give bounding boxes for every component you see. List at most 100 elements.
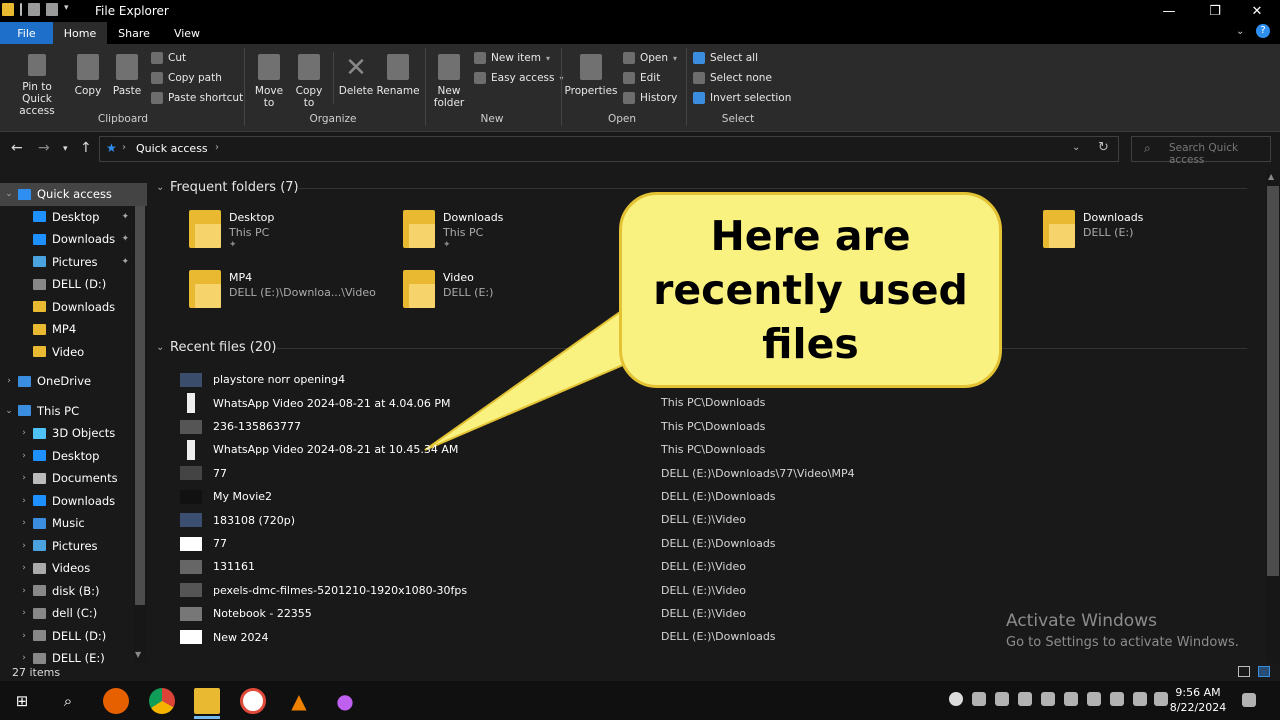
sidebar-item[interactable]: › DELL (E:) — [0, 647, 147, 670]
chevron-down-icon[interactable]: ⌄ — [3, 406, 15, 416]
sidebar-item[interactable]: Desktop ✦ — [0, 206, 147, 229]
address-bar[interactable]: ★ › Quick access › ⌄ ↻ — [99, 136, 1119, 162]
sidebar-item[interactable]: Video — [0, 341, 147, 364]
chevron-right-icon[interactable]: › — [3, 376, 15, 386]
frequent-folder-item[interactable]: MP4 DELL (E:)\Downloa...\Video — [189, 270, 376, 308]
invert-selection-button[interactable]: Invert selection — [693, 88, 791, 108]
rename-button[interactable]: Rename — [376, 54, 420, 97]
sidebar-item[interactable]: › dell (C:) — [0, 602, 147, 625]
new-folder-button[interactable]: New folder — [432, 54, 466, 109]
frequent-folder-item[interactable]: Video DELL (E:) — [403, 270, 493, 308]
security-icon[interactable] — [1087, 692, 1101, 706]
chrome-icon[interactable] — [149, 688, 175, 714]
bluetooth-icon[interactable] — [1110, 692, 1124, 706]
chevron-right-icon[interactable]: › — [18, 586, 30, 596]
chevron-right-icon[interactable]: › — [18, 473, 30, 483]
chevron-right-icon[interactable]: › — [18, 518, 30, 528]
chevron-down-icon[interactable]: ⌄ — [1236, 26, 1244, 37]
frequent-folder-item[interactable]: Desktop This PC ✦ — [189, 210, 274, 250]
select-none-button[interactable]: Select none — [693, 68, 791, 88]
tab-home[interactable]: Home — [53, 22, 107, 44]
sidebar-item[interactable]: › Pictures — [0, 535, 147, 558]
help-icon[interactable]: ? — [1256, 24, 1270, 38]
tab-file[interactable]: File — [0, 22, 53, 44]
open-button[interactable]: Open ▾ — [623, 48, 677, 68]
recorder-app-icon[interactable] — [240, 688, 266, 714]
back-arrow-icon[interactable]: ← — [11, 140, 23, 156]
chevron-right-icon[interactable]: › — [18, 608, 30, 618]
recent-file-row[interactable]: playstore norr opening4 — [180, 368, 345, 392]
camera-icon[interactable] — [1041, 692, 1055, 706]
refresh-icon[interactable]: ↻ — [1098, 140, 1109, 155]
recent-file-row[interactable]: New 2024 — [180, 625, 268, 649]
sidebar-item[interactable]: › 3D Objects — [0, 422, 147, 445]
sidebar-item[interactable]: › Desktop — [0, 445, 147, 468]
recent-file-row[interactable]: My Movie2 — [180, 485, 272, 509]
drop-app-icon[interactable]: ● — [332, 688, 358, 714]
easy-access-button[interactable]: Easy access▾ — [474, 68, 564, 88]
sidebar-item[interactable]: Downloads ✦ — [0, 228, 147, 251]
properties-button[interactable]: Properties — [564, 54, 618, 97]
new-folder-icon[interactable] — [46, 3, 58, 16]
recent-file-row[interactable]: WhatsApp Video 2024-08-21 at 10.45.34 AM — [180, 438, 458, 462]
recorder-tray-icon[interactable] — [949, 692, 963, 706]
chevron-down-icon[interactable]: ⌄ — [156, 182, 164, 193]
sidebar-item[interactable]: › disk (B:) — [0, 580, 147, 603]
chevron-down-icon[interactable]: ⌄ — [1072, 142, 1080, 153]
copy-button[interactable]: Copy — [73, 54, 103, 97]
cut-button[interactable]: Cut — [151, 48, 243, 68]
search-icon[interactable]: ⌕ — [55, 688, 81, 714]
chevron-down-icon[interactable]: ▾ — [64, 3, 72, 16]
recent-locations-chevron-icon[interactable]: ▾ — [63, 144, 68, 154]
delete-button[interactable]: ✕ Delete — [338, 54, 374, 97]
chevron-right-icon[interactable]: › — [18, 496, 30, 506]
sidebar-item[interactable]: › Downloads — [0, 490, 147, 513]
sidebar-item[interactable]: › DELL (D:) — [0, 625, 147, 648]
chevron-right-icon[interactable]: › — [215, 142, 219, 153]
move-to-button[interactable]: Move to — [254, 54, 284, 109]
microphone-icon[interactable] — [972, 692, 986, 706]
close-button[interactable]: ✕ — [1234, 0, 1280, 22]
details-view-icon[interactable] — [1238, 666, 1250, 677]
large-icons-view-icon[interactable] — [1258, 666, 1270, 677]
recent-files-header[interactable]: Recent files (20) — [170, 340, 276, 355]
recent-file-row[interactable]: 77 — [180, 532, 227, 556]
sidebar-item[interactable]: › Music — [0, 512, 147, 535]
sidebar-item[interactable]: › Documents — [0, 467, 147, 490]
system-clock[interactable]: 9:56 AM 8/22/2024 — [1168, 685, 1228, 715]
usb-icon[interactable] — [995, 692, 1009, 706]
up-arrow-icon[interactable]: ↑ — [80, 140, 92, 156]
chevron-right-icon[interactable]: › — [18, 428, 30, 438]
chevron-right-icon[interactable]: › — [18, 451, 30, 461]
recent-file-row[interactable]: Notebook - 22355 — [180, 602, 312, 626]
tab-view[interactable]: View — [161, 22, 213, 44]
paste-button[interactable]: Paste — [111, 54, 143, 97]
copy-to-button[interactable]: Copy to — [294, 54, 324, 109]
chevron-right-icon[interactable]: › — [18, 631, 30, 641]
paste-shortcut-button[interactable]: Paste shortcut — [151, 88, 243, 108]
sidebar-item[interactable]: › Videos — [0, 557, 147, 580]
new-item-button[interactable]: New item ▾ — [474, 48, 564, 68]
sidebar-item[interactable]: ⌄ Quick access — [0, 183, 147, 206]
chevron-right-icon[interactable]: › — [18, 653, 30, 663]
sidebar-item[interactable]: MP4 — [0, 318, 147, 341]
firefox-icon[interactable] — [103, 688, 129, 714]
recent-file-row[interactable]: WhatsApp Video 2024-08-21 at 4.04.06 PM — [180, 391, 451, 415]
notifications-icon[interactable] — [1242, 693, 1256, 707]
sidebar-item[interactable]: Pictures ✦ — [0, 251, 147, 274]
volume-icon[interactable] — [1133, 692, 1147, 706]
battery-icon[interactable] — [1064, 692, 1078, 706]
pin-to-quick-access-button[interactable]: Pin to Quick access — [6, 54, 68, 117]
forward-arrow-icon[interactable]: → — [38, 140, 50, 156]
chevron-right-icon[interactable]: › — [18, 541, 30, 551]
recent-file-row[interactable]: 236-135863777 — [180, 415, 301, 439]
file-explorer-icon[interactable] — [194, 688, 220, 714]
content-scrollbar-thumb[interactable] — [1267, 186, 1279, 576]
frequent-folder-item[interactable]: Downloads This PC ✦ — [403, 210, 503, 250]
chevron-right-icon[interactable]: › — [18, 563, 30, 573]
chevron-down-icon[interactable]: ⌄ — [3, 189, 15, 199]
sidebar-item[interactable]: ⌄ This PC — [0, 400, 147, 423]
recent-file-row[interactable]: 131161 — [180, 555, 255, 579]
frequent-folders-header[interactable]: Frequent folders (7) — [170, 180, 299, 195]
minimize-button[interactable]: — — [1146, 0, 1192, 22]
